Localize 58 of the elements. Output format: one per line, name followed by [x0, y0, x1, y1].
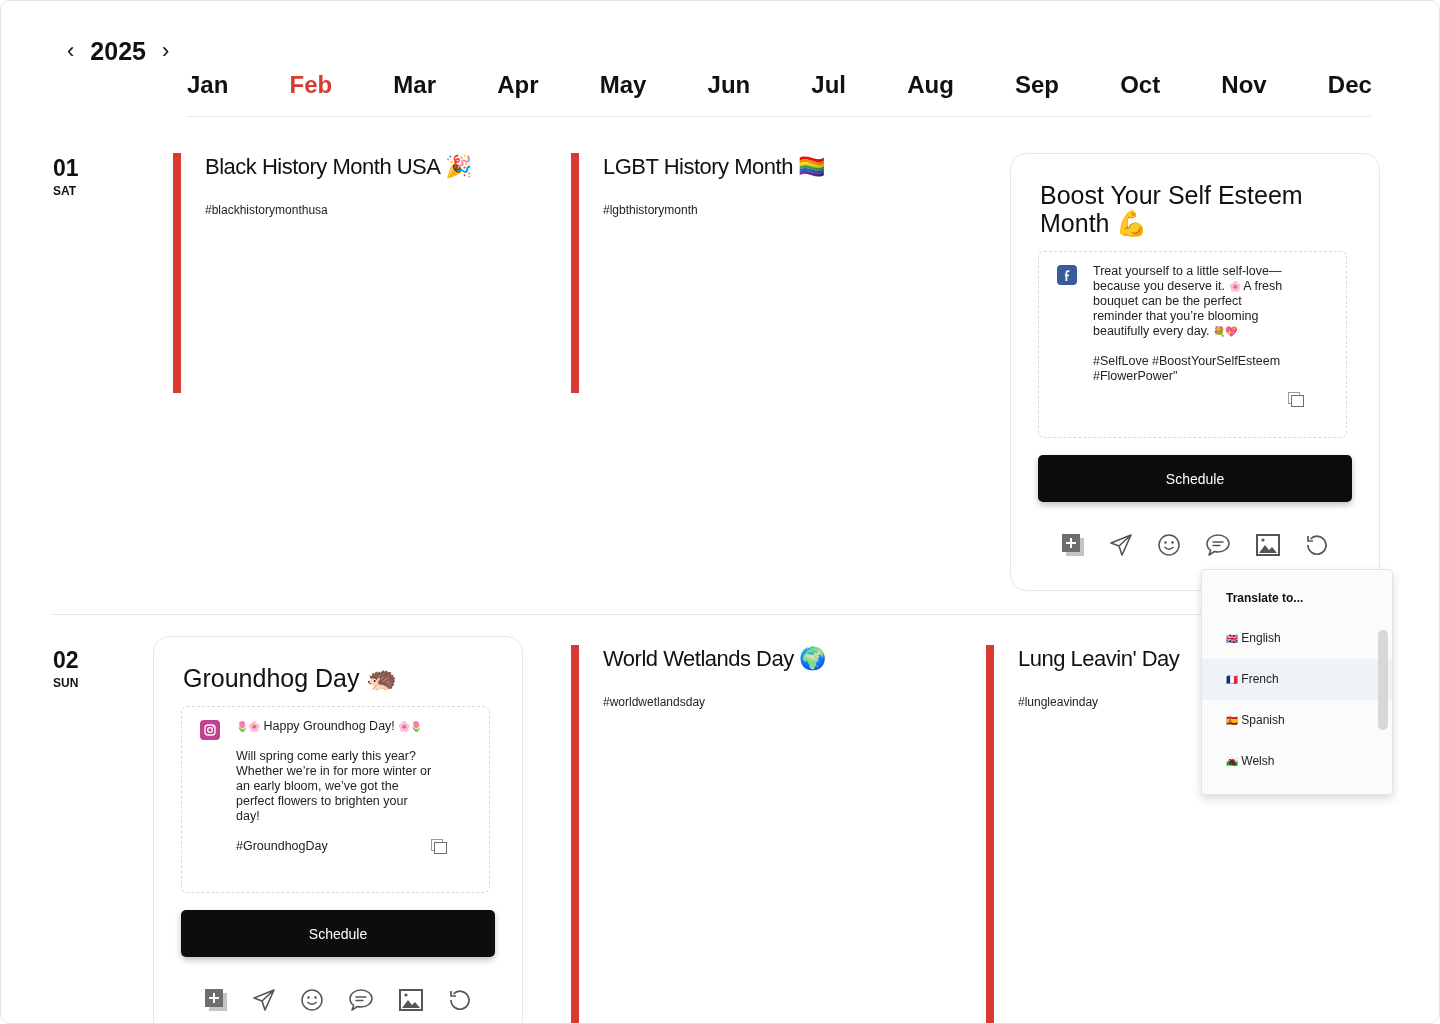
month-tab[interactable]: Mar	[393, 70, 437, 100]
smiley-icon[interactable]	[1158, 534, 1180, 556]
language-option[interactable]: 🇬🇧 English	[1202, 618, 1392, 659]
image-icon[interactable]	[1256, 534, 1280, 556]
add-square-icon[interactable]	[205, 989, 227, 1011]
event-title: Black History Month USA 🎉	[205, 154, 472, 179]
post-text: Treat yourself to a little self-love—because you deserve it. 🌸 A fresh bouquet can be the perfect reminder that you’re blooming beautifully every day. 💐💖	[1093, 264, 1284, 339]
weekday-label: SAT	[53, 184, 77, 198]
circular-arrow-icon[interactable]	[1306, 534, 1328, 556]
schedule-button[interactable]: Schedule	[181, 910, 495, 957]
speech-bubble-icon[interactable]	[349, 989, 373, 1011]
month-tab[interactable]: Dec	[1327, 70, 1372, 100]
month-tab[interactable]: Jun	[707, 70, 751, 100]
add-square-icon[interactable]	[1062, 534, 1084, 556]
paper-plane-icon[interactable]	[1110, 534, 1132, 556]
month-tab[interactable]: Jul	[811, 70, 847, 100]
event-hashtag: #worldwetlandsday	[603, 694, 706, 710]
month-tab[interactable]: Sep	[1015, 70, 1060, 100]
smiley-icon[interactable]	[301, 989, 323, 1011]
card-title: Groundhog Day 🦔	[183, 664, 399, 692]
copy-icon[interactable]	[1288, 392, 1304, 407]
event-hashtag: #blackhistorymonthusa	[205, 202, 328, 218]
circular-arrow-icon[interactable]	[449, 989, 471, 1011]
event-title: World Wetlands Day 🌍	[603, 646, 826, 671]
previous-year-button[interactable]: ‹	[65, 36, 77, 66]
month-tab[interactable]: Apr	[497, 70, 539, 100]
post-hashtags: #SelfLove #BoostYourSelfEsteem #FlowerPower"	[1093, 354, 1282, 384]
card-title: Boost Your Self Esteem Month 💪	[1040, 181, 1304, 237]
month-tab[interactable]: Oct	[1120, 70, 1161, 100]
month-tab[interactable]: May	[599, 70, 647, 100]
post-text: Will spring come early this year? Whether we’re in for more winter or an early bloom, we’ve got the perfect flowers to brighten your day!	[236, 749, 433, 824]
month-tab[interactable]: Jan	[187, 70, 229, 100]
copy-icon[interactable]	[431, 839, 447, 854]
date-number: 02	[53, 647, 79, 673]
event-title: LGBT History Month 🏳‍🌈	[603, 154, 825, 179]
event-hashtag: #lgbthistorymonth	[603, 202, 698, 218]
scrollbar-thumb[interactable]	[1378, 630, 1388, 730]
weekday-label: SUN	[53, 676, 79, 690]
image-icon[interactable]	[399, 989, 423, 1011]
post-hashtags: #GroundhogDay	[236, 839, 328, 854]
f-logo-icon[interactable]	[1057, 265, 1077, 285]
event-hashtag: #lungleavinday	[1018, 694, 1099, 710]
speech-bubble-icon[interactable]	[1206, 534, 1230, 556]
date-number: 01	[53, 155, 79, 181]
next-year-button[interactable]: ›	[159, 36, 172, 66]
camera-logo-icon[interactable]	[200, 720, 220, 740]
schedule-button[interactable]: Schedule	[1038, 455, 1352, 502]
event-title: Lung Leavin' Day	[1018, 646, 1180, 671]
month-tab[interactable]: Aug	[907, 70, 954, 100]
language-option[interactable]: 🏴󠁧󠁢󠁷󠁬󠁳󠁿 Welsh	[1202, 741, 1392, 782]
month-tab[interactable]: Nov	[1221, 70, 1267, 100]
menu-title: Translate to...	[1226, 590, 1304, 606]
post-text: 🌷🌸 Happy Groundhog Day! 🌸🌷	[236, 719, 424, 734]
paper-plane-icon[interactable]	[253, 989, 275, 1011]
language-option[interactable]: 🇫🇷 French	[1202, 659, 1392, 700]
language-option[interactable]: 🇪🇸 Spanish	[1202, 700, 1392, 741]
month-tab[interactable]: Feb	[289, 70, 333, 100]
year-label: 2025	[90, 36, 146, 66]
